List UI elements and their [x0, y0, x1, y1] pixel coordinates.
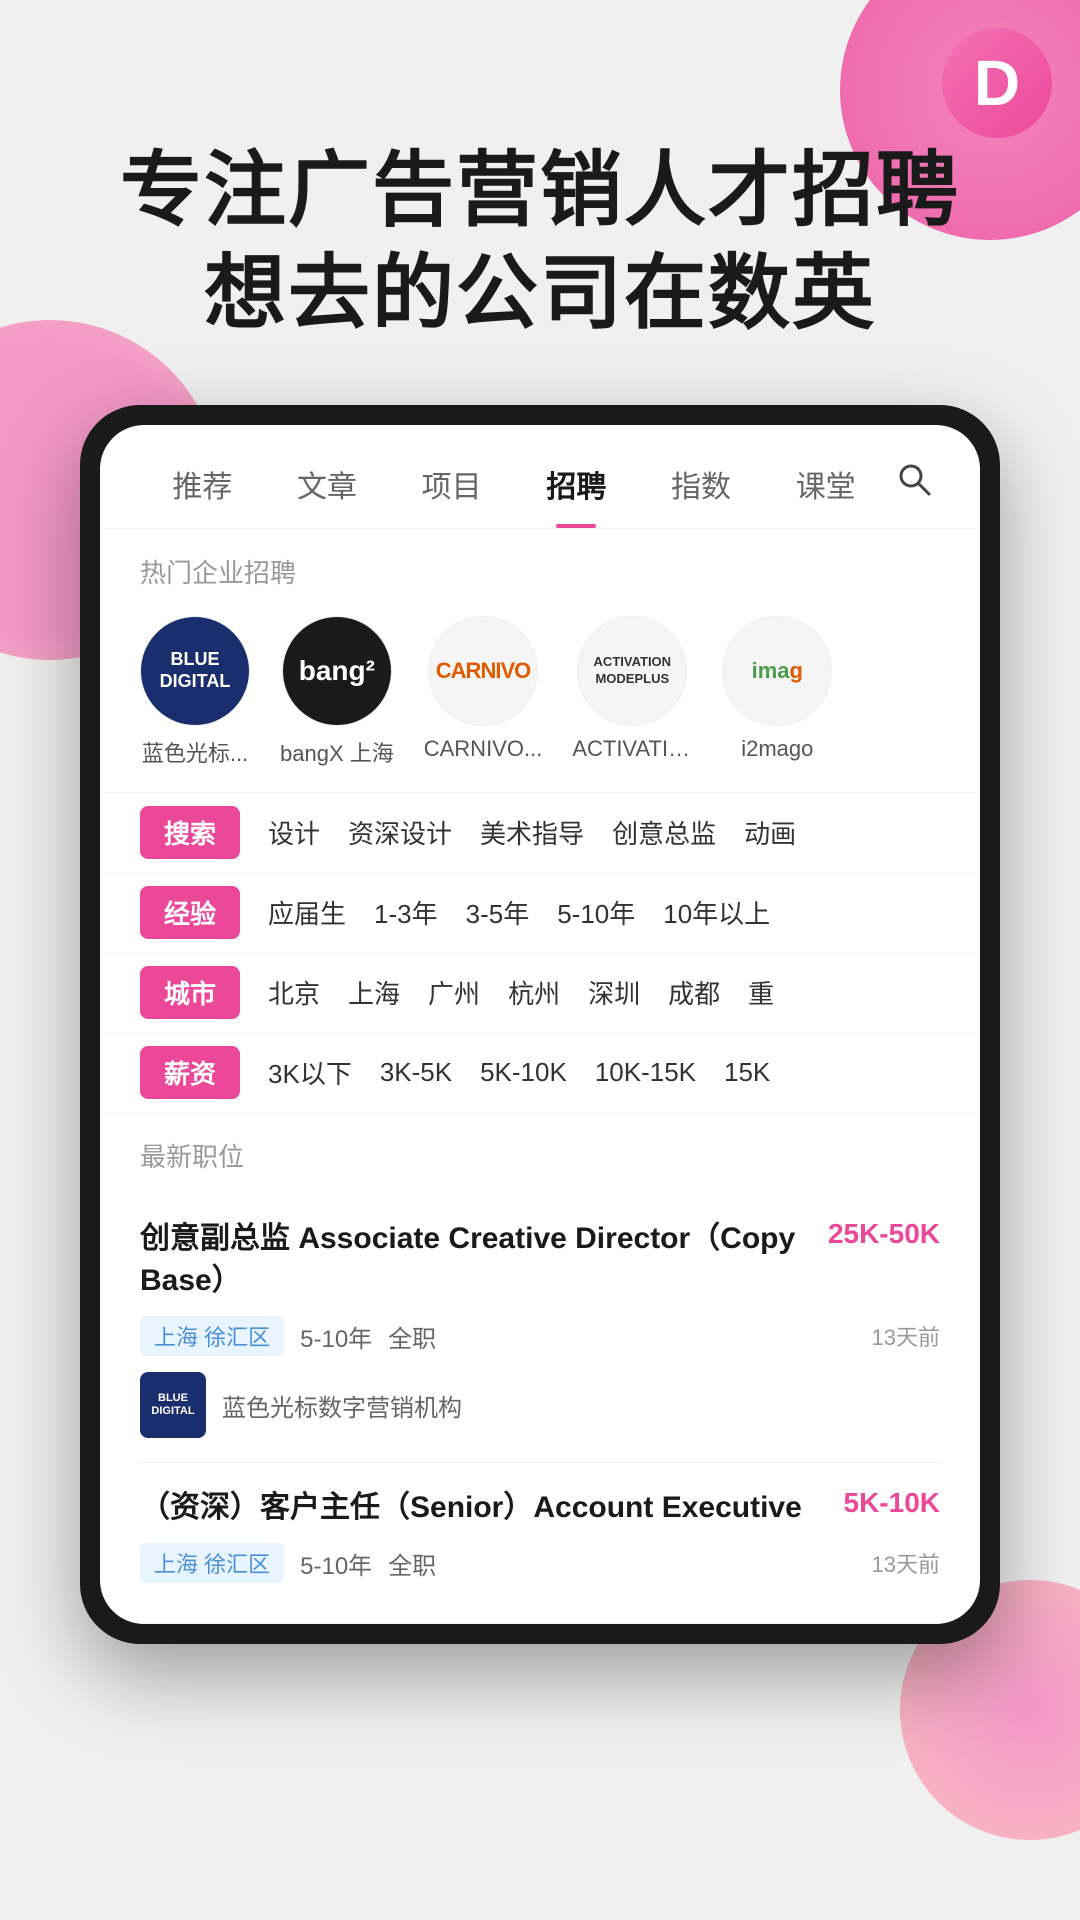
- job-card-1-salary: 25K-50K: [828, 1218, 940, 1250]
- filter-tag-5k-10k[interactable]: 5K-10K: [480, 1057, 567, 1088]
- job-card-2-header: （资深）客户主任（Senior）Account Executive 5K-10K: [140, 1487, 940, 1529]
- company-logo-bangx: bang²: [282, 616, 392, 726]
- filter-tag-1-3[interactable]: 1-3年: [374, 894, 438, 931]
- filter-row-search: 搜索 设计 资深设计 美术指导 创意总监 动画: [100, 793, 980, 873]
- filter-section: 搜索 设计 资深设计 美术指导 创意总监 动画 经验 应届生 1-3年 3-5年…: [100, 792, 980, 1113]
- filter-tag-design[interactable]: 设计: [268, 814, 320, 851]
- job-card-1-company-name: 蓝色光标数字营销机构: [222, 1388, 462, 1423]
- filter-tag-shanghai[interactable]: 上海: [348, 974, 400, 1011]
- company-logo-activation: ACTIVATIONMODEPLUS: [577, 616, 687, 726]
- filter-row-salary: 薪资 3K以下 3K-5K 5K-10K 10K-15K 15K: [100, 1033, 980, 1113]
- job-card-1-company: BLUEDIGITAL 蓝色光标数字营销机构: [140, 1372, 940, 1438]
- filter-tag-hangzhou[interactable]: 杭州: [508, 974, 560, 1011]
- company-name-carnivo: CARNIVO...: [424, 736, 543, 762]
- nav-item-recommend[interactable]: 推荐: [140, 454, 265, 514]
- filter-tag-15k-plus[interactable]: 15K: [724, 1057, 770, 1088]
- hero-line1: 专注广告营销人才招聘: [60, 140, 1020, 243]
- latest-jobs-title: 最新职位: [140, 1137, 940, 1174]
- company-name-i2mago: i2mago: [741, 736, 813, 762]
- company-logo-blue-digital: BLUEDIGITAL: [140, 616, 250, 726]
- job-card-1-time: 13天前: [872, 1320, 940, 1352]
- job-card-2-type: 全职: [388, 1546, 436, 1581]
- filter-tag-guangzhou[interactable]: 广州: [428, 974, 480, 1011]
- hero-title: 专注广告营销人才招聘 想去的公司在数英: [60, 140, 1020, 345]
- job-card-2[interactable]: （资深）客户主任（Senior）Account Executive 5K-10K…: [140, 1463, 940, 1624]
- job-card-1-location: 上海 徐汇区: [140, 1316, 284, 1356]
- hot-companies-label: 热门企业招聘: [100, 529, 980, 606]
- phone-screen: 推荐 文章 项目 招聘 指数 课堂 热门企业招聘: [100, 425, 980, 1624]
- filter-badge-search[interactable]: 搜索: [140, 806, 240, 859]
- job-card-2-salary: 5K-10K: [844, 1487, 940, 1519]
- hero-section: 专注广告营销人才招聘 想去的公司在数英: [0, 0, 1080, 405]
- company-name-activation: ACTIVATIO...: [572, 736, 692, 762]
- job-card-1-company-logo: BLUEDIGITAL: [140, 1372, 206, 1438]
- filter-tag-creative-director[interactable]: 创意总监: [612, 814, 716, 851]
- job-card-1-meta: 上海 徐汇区 5-10年 全职 13天前: [140, 1316, 940, 1356]
- job-card-1-title: 创意副总监 Associate Creative Director（Copy B…: [140, 1218, 812, 1302]
- app-navbar: 推荐 文章 项目 招聘 指数 课堂: [100, 425, 980, 529]
- search-icon[interactable]: [888, 453, 940, 514]
- nav-item-jobs[interactable]: 招聘: [514, 454, 639, 514]
- filter-tag-below-3k[interactable]: 3K以下: [268, 1054, 352, 1091]
- filter-tag-3-5[interactable]: 3-5年: [466, 894, 530, 931]
- company-item-carnivo[interactable]: CARNIVO CARNIVO...: [424, 616, 543, 768]
- filter-tag-senior-design[interactable]: 资深设计: [348, 814, 452, 851]
- company-logo-i2mago: imag: [722, 616, 832, 726]
- logo-letter: D: [974, 51, 1020, 115]
- filter-tag-fresh[interactable]: 应届生: [268, 894, 346, 931]
- company-item-bangx[interactable]: bang² bangX 上海: [280, 616, 394, 768]
- filter-tag-10k-15k[interactable]: 10K-15K: [595, 1057, 696, 1088]
- job-card-1[interactable]: 创意副总监 Associate Creative Director（Copy B…: [140, 1194, 940, 1463]
- job-card-1-type: 全职: [388, 1319, 436, 1354]
- companies-scroll: BLUEDIGITAL 蓝色光标... bang² bangX 上海 CARNI…: [100, 606, 980, 792]
- filter-tag-more-city[interactable]: 重: [748, 974, 774, 1011]
- filter-tag-animation[interactable]: 动画: [744, 814, 796, 851]
- company-name-blue-digital: 蓝色光标...: [142, 736, 248, 768]
- filter-row-city: 城市 北京 上海 广州 杭州 深圳 成都 重: [100, 953, 980, 1033]
- filter-row-experience: 经验 应届生 1-3年 3-5年 5-10年 10年以上: [100, 873, 980, 953]
- filter-tag-beijing[interactable]: 北京: [268, 974, 320, 1011]
- filter-tag-chengdu[interactable]: 成都: [668, 974, 720, 1011]
- filter-tag-shenzhen[interactable]: 深圳: [588, 974, 640, 1011]
- latest-jobs-section: 最新职位 创意副总监 Associate Creative Director（C…: [100, 1113, 980, 1624]
- nav-item-article[interactable]: 文章: [265, 454, 390, 514]
- company-logo-carnivo: CARNIVO: [428, 616, 538, 726]
- phone-frame: 推荐 文章 项目 招聘 指数 课堂 热门企业招聘: [80, 405, 1000, 1644]
- hero-line2: 想去的公司在数英: [60, 243, 1020, 346]
- job-card-2-title: （资深）客户主任（Senior）Account Executive: [140, 1487, 828, 1529]
- job-card-2-location: 上海 徐汇区: [140, 1543, 284, 1583]
- filter-tag-art-director[interactable]: 美术指导: [480, 814, 584, 851]
- company-item-blue-digital[interactable]: BLUEDIGITAL 蓝色光标...: [140, 616, 250, 768]
- filter-badge-city[interactable]: 城市: [140, 966, 240, 1019]
- filter-badge-experience[interactable]: 经验: [140, 886, 240, 939]
- job-card-2-time: 13天前: [872, 1547, 940, 1579]
- phone-mockup: 推荐 文章 项目 招聘 指数 课堂 热门企业招聘: [80, 405, 1000, 1644]
- company-item-i2mago[interactable]: imag i2mago: [722, 616, 832, 768]
- job-card-1-header: 创意副总监 Associate Creative Director（Copy B…: [140, 1218, 940, 1302]
- filter-tag-3k-5k[interactable]: 3K-5K: [380, 1057, 452, 1088]
- nav-item-project[interactable]: 项目: [389, 454, 514, 514]
- filter-tag-10plus[interactable]: 10年以上: [663, 894, 770, 931]
- company-name-bangx: bangX 上海: [280, 736, 394, 768]
- nav-item-index[interactable]: 指数: [639, 454, 764, 514]
- job-card-2-experience: 5-10年: [300, 1546, 372, 1581]
- app-logo: D: [942, 28, 1052, 138]
- job-card-1-experience: 5-10年: [300, 1319, 372, 1354]
- filter-tag-5-10[interactable]: 5-10年: [557, 894, 635, 931]
- nav-item-course[interactable]: 课堂: [763, 454, 888, 514]
- filter-badge-salary[interactable]: 薪资: [140, 1046, 240, 1099]
- job-card-2-meta: 上海 徐汇区 5-10年 全职 13天前: [140, 1543, 940, 1583]
- company-item-activation[interactable]: ACTIVATIONMODEPLUS ACTIVATIO...: [572, 616, 692, 768]
